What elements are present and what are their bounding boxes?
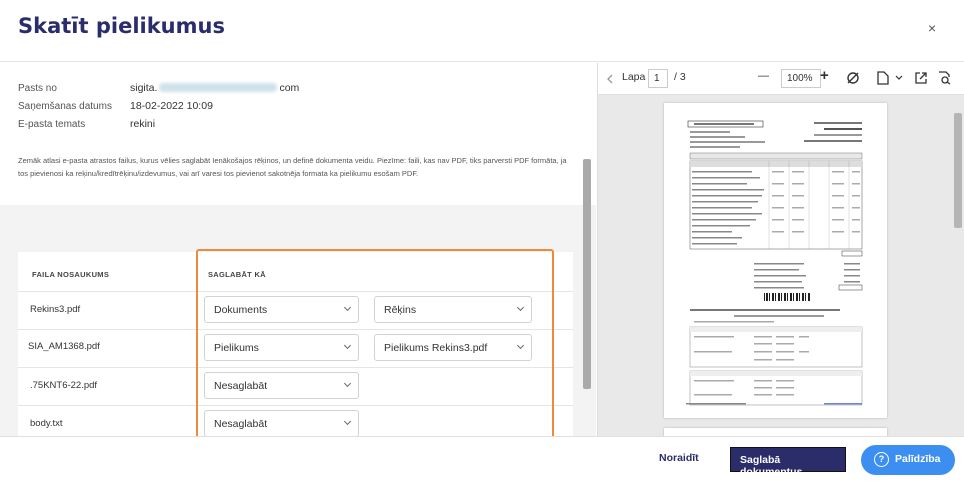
attachment-target-select[interactable]: Pielikums Rekins3.pdf	[374, 334, 532, 361]
open-external-icon[interactable]	[914, 71, 928, 85]
col-header-save-as: SAGLABĀT KĀ	[208, 270, 266, 279]
file-name: Rekins3.pdf	[30, 304, 81, 315]
page-title: Skatīt pielikumus	[18, 14, 225, 38]
pdf-toolbar: Lapa 1 / 3 — 100% +	[598, 63, 964, 95]
zoom-input[interactable]: 100%	[781, 69, 821, 88]
file-name: .75KNT6-22.pdf	[30, 380, 98, 391]
chevron-down-icon	[343, 417, 352, 426]
save-type-select[interactable]: Nesaglabāt	[204, 372, 359, 399]
cancel-button[interactable]: Noraidīt	[659, 452, 699, 464]
table-area: FAILA NOSAUKUMS SAGLABĀT KĀ Rekins3.pdf …	[0, 205, 596, 436]
received-value: 18-02-2022 10:09	[130, 100, 213, 112]
pdf-scrollbar[interactable]	[954, 113, 962, 228]
attachments-table: FAILA NOSAUKUMS SAGLABĀT KĀ Rekins3.pdf …	[18, 252, 573, 436]
file-name: body.txt	[30, 418, 63, 429]
divider	[18, 405, 573, 406]
chevron-down-icon	[343, 341, 352, 350]
save-documents-button[interactable]: Saglabā dokumentus	[730, 447, 846, 478]
chevron-down-icon	[516, 341, 525, 350]
redacted-email	[159, 83, 278, 92]
save-type-select[interactable]: Nesaglabāt	[204, 410, 359, 436]
save-type-select[interactable]: Pielikums	[204, 334, 359, 361]
document-icon[interactable]	[877, 71, 889, 85]
divider	[18, 291, 573, 292]
zoom-out-button[interactable]: —	[758, 70, 769, 82]
close-icon[interactable]: ×	[928, 20, 936, 36]
pdf-page	[664, 428, 887, 436]
subject-value: rekini	[130, 118, 156, 130]
chevron-down-icon	[343, 379, 352, 388]
file-name: SIA_AM1368.pdf	[28, 341, 100, 352]
zoom-in-button[interactable]: +	[820, 67, 829, 84]
help-label: Palīdzība	[895, 453, 941, 465]
help-icon: ?	[874, 452, 889, 467]
from-value: sigita. com	[130, 82, 300, 94]
page-number-input[interactable]: 1	[648, 69, 668, 88]
col-header-filename: FAILA NOSAUKUMS	[32, 270, 110, 279]
subject-label: E-pasta temats	[18, 119, 86, 130]
chevron-down-icon	[516, 303, 525, 312]
help-button[interactable]: ? Palīdzība	[861, 445, 955, 475]
instructions-note: Zemāk atlasi e-pasta atrastos failus, ku…	[18, 156, 567, 178]
divider	[18, 329, 573, 330]
save-type-select[interactable]: Dokuments	[204, 296, 359, 323]
from-label: Pasts no	[18, 83, 57, 94]
pdf-viewer: Lapa 1 / 3 — 100% +	[597, 63, 964, 436]
pdf-page	[664, 103, 887, 418]
page-total: / 3	[674, 71, 686, 83]
chevron-left-icon[interactable]	[607, 74, 613, 84]
left-scrollbar[interactable]	[583, 159, 591, 389]
rotate-icon[interactable]	[846, 71, 860, 85]
invoice-preview	[686, 120, 863, 406]
chevron-down-icon[interactable]	[895, 75, 903, 81]
received-label: Saņemšanas datums	[18, 101, 112, 112]
chevron-down-icon	[343, 303, 352, 312]
document-subtype-select[interactable]: Rēķins	[374, 296, 532, 323]
search-document-icon[interactable]	[938, 71, 952, 85]
modal-header: Skatīt pielikumus ×	[0, 0, 964, 62]
divider	[18, 367, 573, 368]
page-label: Lapa	[622, 71, 646, 83]
attachments-panel: Pasts no sigita. com Saņemšanas datums 18…	[0, 63, 596, 436]
modal-footer: Noraidīt Saglabā dokumentus ? Palīdzība	[0, 436, 964, 484]
